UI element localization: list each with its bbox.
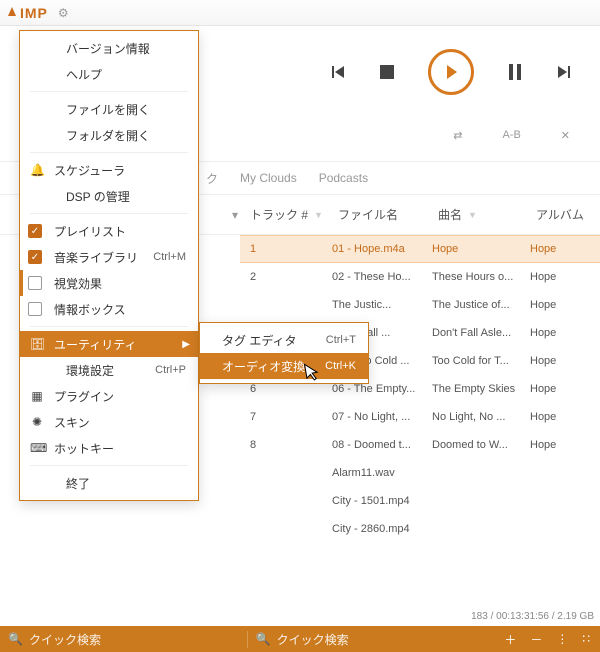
menu-separator <box>30 465 188 466</box>
filter-icon[interactable]: ▼ <box>468 210 477 220</box>
menu-open-file[interactable]: ファイルを開く <box>20 96 198 122</box>
next-button[interactable] <box>556 64 572 80</box>
keyboard-icon: ⌨ <box>30 441 44 455</box>
submenu-audio-convert[interactable]: オーディオ変換Ctrl+K <box>200 353 368 379</box>
chevron-right-icon: ▶ <box>182 339 190 350</box>
column-track[interactable]: トラック #▼ <box>250 206 338 223</box>
checkbox-empty-icon <box>28 302 42 316</box>
menu-utility[interactable]: 🗄ユーティリティ▶ <box>20 331 198 357</box>
quick-search-right[interactable]: 🔍クイック検索 <box>248 631 495 648</box>
table-row[interactable]: 707 - No Light, ...No Light, No ...Hope <box>240 403 600 431</box>
track-list: 101 - Hope.m4aHopeHope 202 - These Ho...… <box>240 235 600 543</box>
add-button[interactable]: ＋ <box>504 631 516 648</box>
menu-playlist[interactable]: ✓プレイリスト <box>20 218 198 244</box>
menu-dots-icon[interactable]: ⋮ <box>556 632 568 646</box>
filter-icon[interactable]: ▼ <box>314 210 323 220</box>
sort-dropdown-icon[interactable]: ▾ <box>220 208 250 222</box>
utility-submenu: タグ エディタCtrl+T オーディオ変換Ctrl+K <box>199 322 369 384</box>
checkbox-checked-icon: ✓ <box>28 250 42 264</box>
menu-help[interactable]: ヘルプ <box>20 61 198 87</box>
table-row[interactable]: Alarm11.wav <box>240 459 600 487</box>
menu-separator <box>30 152 188 153</box>
menu-library[interactable]: ✓音楽ライブラリCtrl+M <box>20 244 198 270</box>
shuffle-icon[interactable]: ✕ <box>561 129 570 142</box>
table-row[interactable]: City - 2860.mp4 <box>240 515 600 543</box>
status-text: 183 / 00:13:31:56 / 2.19 GB <box>471 611 594 622</box>
app-logo: IMP <box>8 5 48 21</box>
tab-unknown[interactable]: ク <box>206 170 218 187</box>
footer-icons: ＋ － ⋮ ∷ <box>494 631 600 648</box>
menu-hotkey[interactable]: ⌨ホットキー <box>20 435 198 461</box>
menu-separator <box>30 326 188 327</box>
menu-scheduler[interactable]: 🔔スケジューラ <box>20 157 198 183</box>
menu-quit[interactable]: 終了 <box>20 470 198 496</box>
grid-icon[interactable]: ∷ <box>582 632 590 646</box>
footer-bar: 🔍クイック検索 🔍クイック検索 ＋ － ⋮ ∷ <box>0 626 600 652</box>
title-bar: IMP ⚙ <box>0 0 600 26</box>
table-row[interactable]: City - 1501.mp4 <box>240 487 600 515</box>
tab-myclouds[interactable]: My Clouds <box>240 171 297 185</box>
search-icon: 🔍 <box>256 632 271 646</box>
logo-text: IMP <box>20 5 48 21</box>
main-menu: バージョン情報 ヘルプ ファイルを開く フォルダを開く 🔔スケジューラ DSP … <box>19 30 199 501</box>
menu-dsp[interactable]: DSP の管理 <box>20 183 198 209</box>
toolbox-icon: 🗄 <box>30 337 44 351</box>
remove-button[interactable]: － <box>530 631 542 648</box>
menu-plugin[interactable]: ▦プラグイン <box>20 383 198 409</box>
bell-icon: 🔔 <box>30 163 44 177</box>
menu-separator <box>30 91 188 92</box>
menu-skin[interactable]: ✺スキン <box>20 409 198 435</box>
checkbox-empty-icon <box>28 276 42 290</box>
play-button[interactable] <box>428 49 474 95</box>
plugin-icon: ▦ <box>30 389 44 403</box>
stop-button[interactable] <box>380 65 394 79</box>
submenu-tag-editor[interactable]: タグ エディタCtrl+T <box>200 327 368 353</box>
search-icon: 🔍 <box>8 632 23 646</box>
menu-visual[interactable]: 視覚効果 <box>20 270 198 296</box>
logo-a-icon <box>8 7 16 16</box>
pause-button[interactable] <box>508 64 522 80</box>
skin-icon: ✺ <box>30 415 44 429</box>
menu-version[interactable]: バージョン情報 <box>20 35 198 61</box>
tab-podcasts[interactable]: Podcasts <box>319 171 368 185</box>
quick-search-left[interactable]: 🔍クイック検索 <box>0 631 248 648</box>
repeat-icon[interactable]: ⇄ <box>453 129 462 142</box>
menu-open-folder[interactable]: フォルダを開く <box>20 122 198 148</box>
gear-icon[interactable]: ⚙ <box>58 6 69 20</box>
checkbox-checked-icon: ✓ <box>28 224 42 238</box>
column-album[interactable]: アルバム <box>536 206 600 223</box>
ab-repeat-button[interactable]: A-B <box>502 129 520 141</box>
menu-env-settings[interactable]: 環境設定Ctrl+P <box>20 357 198 383</box>
table-row[interactable]: 808 - Doomed t...Doomed to W...Hope <box>240 431 600 459</box>
column-file[interactable]: ファイル名 <box>338 206 438 223</box>
previous-button[interactable] <box>330 64 346 80</box>
column-song[interactable]: 曲名▼ <box>438 206 536 223</box>
menu-separator <box>30 213 188 214</box>
table-row[interactable]: The Justic...The Justice of...Hope <box>240 291 600 319</box>
menu-infobox[interactable]: 情報ボックス <box>20 296 198 322</box>
table-row[interactable]: 101 - Hope.m4aHopeHope <box>240 235 600 263</box>
table-row[interactable]: 202 - These Ho...These Hours o...Hope <box>240 263 600 291</box>
